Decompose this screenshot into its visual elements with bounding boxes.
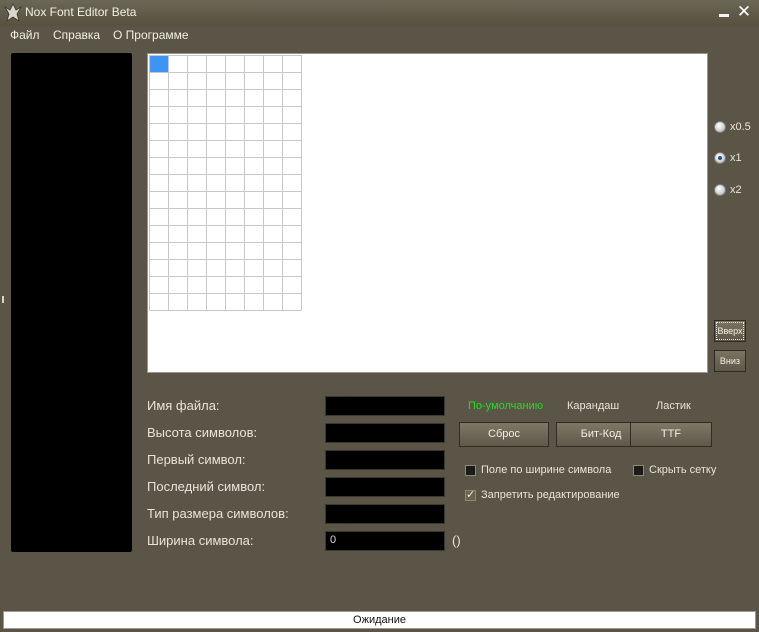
zoom-radio-x2[interactable] — [714, 184, 726, 196]
zoom-label-x2: x2 — [730, 184, 742, 196]
zoom-radio-x0-5[interactable] — [714, 121, 726, 133]
field-by-width-checkbox[interactable] — [465, 464, 476, 476]
menu-help[interactable]: Справка — [53, 28, 100, 42]
reset-button[interactable]: Сброс — [459, 422, 549, 447]
lock-editing-label: Запретить редактирование — [481, 489, 620, 501]
title-bar[interactable]: Nox Font Editor Beta ✕ — [0, 0, 759, 26]
hide-grid-option[interactable]: Скрыть сетку — [633, 464, 716, 476]
window-title: Nox Font Editor Beta — [25, 5, 137, 19]
pixel-grid[interactable] — [149, 55, 302, 311]
zoom-option-x1[interactable]: x1 — [714, 151, 742, 165]
character-list-panel[interactable] — [11, 53, 132, 552]
first-char-field[interactable] — [325, 450, 445, 470]
size-type-label: Тип размера символов: — [147, 506, 289, 521]
zoom-option-x0-5[interactable]: x0.5 — [714, 120, 751, 134]
lock-editing-checkbox[interactable] — [465, 488, 476, 501]
menu-about[interactable]: О Программе — [113, 28, 189, 42]
field-by-width-option[interactable]: Поле по ширине символа — [465, 464, 611, 476]
up-button[interactable]: Вверх — [714, 320, 746, 342]
splitter-handle[interactable] — [2, 296, 4, 303]
hide-grid-checkbox[interactable] — [633, 464, 644, 476]
last-char-field[interactable] — [325, 477, 445, 497]
mode-default[interactable]: По-умолчанию — [468, 400, 543, 412]
menu-bar: Файл Справка О Программе — [0, 26, 759, 44]
status-bar: Ожидание — [3, 611, 756, 629]
last-char-label: Последний символ: — [147, 479, 266, 494]
zoom-option-x2[interactable]: x2 — [714, 183, 742, 197]
file-name-field[interactable] — [325, 396, 445, 416]
app-logo-icon — [4, 3, 22, 22]
menu-file[interactable]: Файл — [10, 28, 40, 42]
lock-editing-option[interactable]: Запретить редактирование — [465, 488, 620, 501]
ttf-button[interactable]: TTF — [630, 422, 712, 447]
char-height-label: Высота символов: — [147, 425, 258, 440]
zoom-radio-x1[interactable] — [714, 152, 726, 164]
char-height-field[interactable] — [325, 423, 445, 443]
zoom-label-x1: x1 — [730, 152, 742, 164]
hide-grid-label: Скрыть сетку — [649, 464, 717, 476]
down-button[interactable]: Вниз — [714, 350, 746, 372]
first-char-label: Первый символ: — [147, 452, 246, 467]
close-icon[interactable]: ✕ — [736, 4, 752, 22]
minimize-icon[interactable] — [716, 2, 732, 22]
glyph-canvas[interactable] — [147, 53, 708, 373]
char-width-suffix: () — [452, 533, 461, 548]
size-type-field[interactable] — [325, 504, 445, 524]
mode-eraser[interactable]: Ластик — [656, 400, 691, 412]
char-width-label: Ширина символа: — [147, 533, 254, 548]
char-width-field[interactable]: 0 — [325, 531, 445, 551]
zoom-label-x0-5: x0.5 — [730, 121, 751, 133]
file-name-label: Имя файла: — [147, 398, 220, 413]
mode-pencil[interactable]: Карандаш — [567, 400, 619, 412]
field-by-width-label: Поле по ширине символа — [481, 464, 612, 476]
